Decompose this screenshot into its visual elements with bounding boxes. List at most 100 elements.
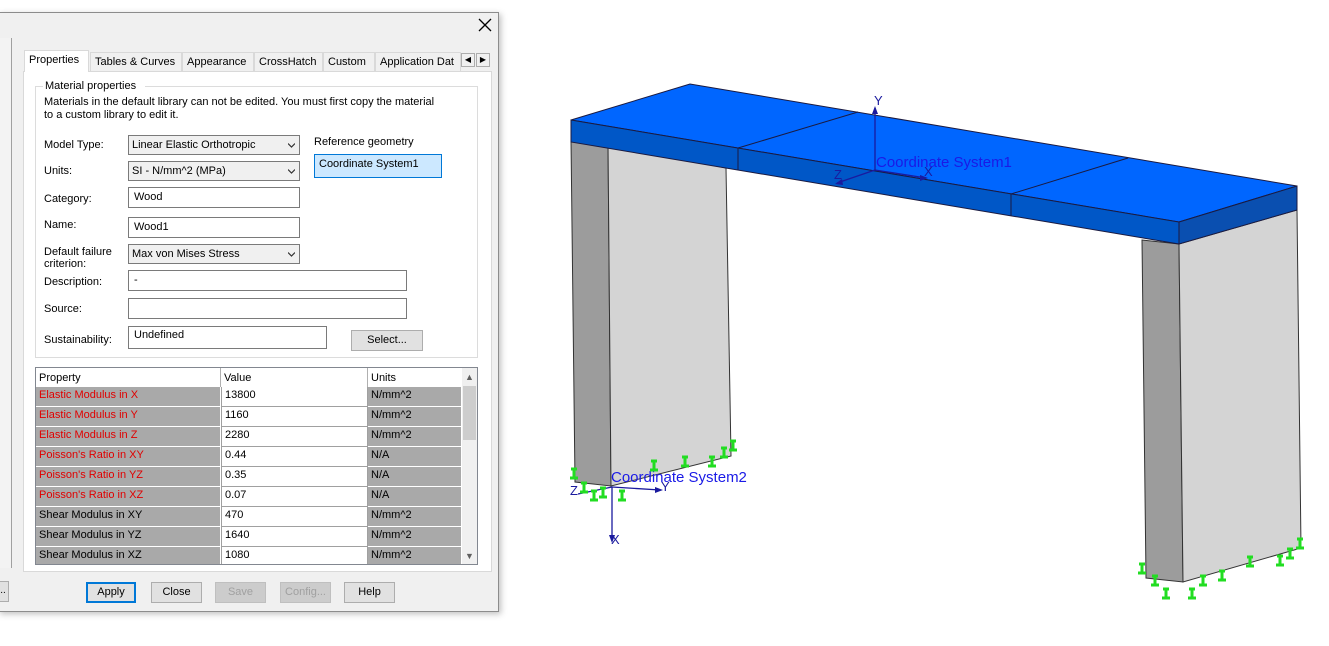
value-cell[interactable]: 1640 <box>221 527 368 547</box>
category-label: Category: <box>44 193 92 205</box>
units-cell: N/mm^2 <box>368 507 462 527</box>
select-button[interactable]: Select... <box>351 330 423 351</box>
model-type-select[interactable]: Linear Elastic Orthotropic <box>128 135 300 155</box>
chevron-down-icon <box>288 143 295 148</box>
value-cell[interactable]: 0.07 <box>221 487 368 507</box>
table-row[interactable]: Shear Modulus in YZ 1640 N/mm^2 <box>36 527 462 547</box>
name-field[interactable]: Wood1 <box>128 217 300 238</box>
cs1-axis-y: Y <box>874 93 883 108</box>
failure-criterion-value: Max von Mises Stress <box>132 248 240 260</box>
value-cell[interactable]: 1080 <box>221 547 368 564</box>
fixture-icon[interactable] <box>1286 547 1294 560</box>
table-row[interactable]: Shear Modulus in XY 470 N/mm^2 <box>36 507 462 527</box>
table-row[interactable]: Elastic Modulus in Z 2280 N/mm^2 <box>36 427 462 447</box>
property-cell: Poisson's Ratio in XZ <box>36 487 221 507</box>
fixture-icon[interactable] <box>1138 562 1146 575</box>
column-header-value[interactable]: Value <box>221 368 368 387</box>
description-label: Description: <box>44 276 103 288</box>
apply-button[interactable]: Apply <box>86 582 136 603</box>
property-cell: Shear Modulus in YZ <box>36 527 221 547</box>
close-button[interactable]: Close <box>151 582 202 603</box>
reference-geometry-label: Reference geometry <box>314 136 414 148</box>
table-row[interactable]: Elastic Modulus in Y 1160 N/mm^2 <box>36 407 462 427</box>
table-row[interactable]: Poisson's Ratio in XY 0.44 N/A <box>36 447 462 467</box>
value-cell[interactable]: 13800 <box>221 387 368 407</box>
help-button[interactable]: Help <box>344 582 395 603</box>
config-button[interactable]: Config... <box>280 582 331 603</box>
value-cell[interactable]: 0.44 <box>221 447 368 467</box>
value-cell[interactable]: 0.35 <box>221 467 368 487</box>
units-cell: N/A <box>368 447 462 467</box>
property-cell: Elastic Modulus in Z <box>36 427 221 447</box>
units-cell: N/A <box>368 467 462 487</box>
library-note: Materials in the default library can not… <box>44 96 435 108</box>
property-cell: Shear Modulus in XZ <box>36 547 221 564</box>
name-label: Name: <box>44 219 77 231</box>
units-cell: N/mm^2 <box>368 387 462 407</box>
table-header: Property Value Units <box>36 368 462 388</box>
fixture-icon[interactable] <box>1151 574 1159 587</box>
cs2-label: Coordinate System2 <box>611 469 747 486</box>
scroll-up-icon[interactable]: ▲ <box>462 369 477 385</box>
right-leg-front[interactable] <box>1178 209 1302 583</box>
tab-tables-curves[interactable]: Tables & Curves <box>90 52 182 71</box>
tab-appearance[interactable]: Appearance <box>182 52 254 71</box>
failure-criterion-label: Default failure <box>44 246 112 258</box>
sustainability-label: Sustainability: <box>44 334 112 346</box>
units-cell: N/mm^2 <box>368 527 462 547</box>
material-tree-panel[interactable] <box>0 38 12 568</box>
category-field[interactable]: Wood <box>128 187 300 208</box>
source-field[interactable] <box>128 298 407 319</box>
left-leg-side[interactable] <box>570 139 612 487</box>
fixture-icon[interactable] <box>1188 587 1196 600</box>
model-viewport[interactable]: Y X Z Coordinate System1 X Y Z Coordinat… <box>520 60 1320 620</box>
table-row[interactable]: Shear Modulus in XZ 1080 N/mm^2 <box>36 547 462 564</box>
units-cell: N/mm^2 <box>368 547 462 564</box>
units-cell: N/mm^2 <box>368 407 462 427</box>
table-row[interactable]: Elastic Modulus in X 13800 N/mm^2 <box>36 387 462 407</box>
chevron-down-icon <box>288 252 295 257</box>
cs1-axis-z: Z <box>834 167 842 182</box>
fixture-icon[interactable] <box>590 489 598 502</box>
fixture-icon[interactable] <box>1162 587 1170 600</box>
value-cell[interactable]: 2280 <box>221 427 368 447</box>
description-field[interactable]: - <box>128 270 407 291</box>
fixture-icon[interactable] <box>618 489 626 502</box>
cs2-axis-z: Z <box>570 483 578 498</box>
fixture-icon[interactable] <box>1276 554 1284 567</box>
left-panel-button[interactable]: .. <box>0 581 9 602</box>
tab-scroll-left-icon[interactable]: ◀ <box>461 53 475 67</box>
property-cell: Poisson's Ratio in XY <box>36 447 221 467</box>
right-leg-side[interactable] <box>1141 239 1184 583</box>
tab-custom[interactable]: Custom <box>323 52 375 71</box>
table-scrollbar[interactable]: ▲ ▼ <box>462 368 477 564</box>
table-row[interactable]: Poisson's Ratio in YZ 0.35 N/A <box>36 467 462 487</box>
fixture-icon[interactable] <box>580 481 588 494</box>
column-header-property[interactable]: Property <box>36 368 221 387</box>
failure-criterion-label-cont: criterion: <box>44 258 87 270</box>
value-cell[interactable]: 470 <box>221 507 368 527</box>
scroll-down-icon[interactable]: ▼ <box>462 548 477 564</box>
failure-criterion-select[interactable]: Max von Mises Stress <box>128 244 300 264</box>
tab-scroll-right-icon[interactable]: ▶ <box>476 53 490 67</box>
fixture-icon[interactable] <box>1199 574 1207 587</box>
tab-application-data[interactable]: Application Dat <box>375 52 461 71</box>
save-button[interactable]: Save <box>215 582 266 603</box>
column-header-units[interactable]: Units <box>368 368 462 387</box>
tab-crosshatch[interactable]: CrossHatch <box>254 52 323 71</box>
table-row[interactable]: Poisson's Ratio in XZ 0.07 N/A <box>36 487 462 507</box>
tab-scroll-buttons: ◀ ▶ <box>461 53 491 68</box>
model-type-value: Linear Elastic Orthotropic <box>132 139 256 151</box>
units-select[interactable]: SI - N/mm^2 (MPa) <box>128 161 300 181</box>
close-icon[interactable] <box>476 16 494 34</box>
fixture-icon[interactable] <box>1218 569 1226 582</box>
sustainability-field[interactable]: Undefined <box>128 326 327 349</box>
tab-properties[interactable]: Properties <box>24 50 89 72</box>
scrollbar-thumb[interactable] <box>463 386 476 440</box>
property-cell: Elastic Modulus in Y <box>36 407 221 427</box>
fixture-icon[interactable] <box>599 486 607 499</box>
left-leg-front[interactable] <box>607 142 732 487</box>
units-label: Units: <box>44 165 73 177</box>
value-cell[interactable]: 1160 <box>221 407 368 427</box>
reference-geometry-field[interactable]: Coordinate System1 <box>314 154 442 178</box>
